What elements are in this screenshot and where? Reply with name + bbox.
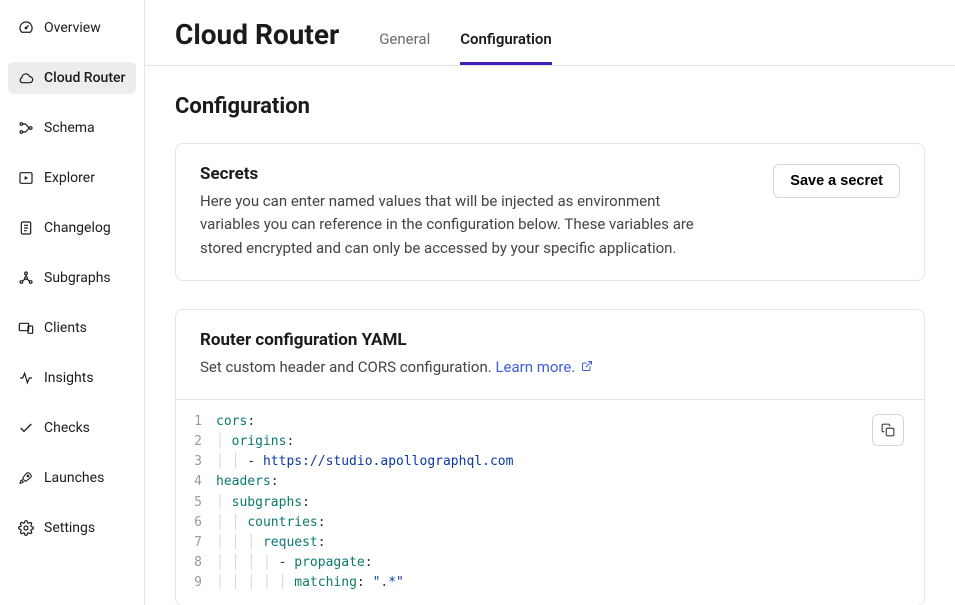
- devices-icon: [18, 320, 34, 336]
- line-number: 7: [186, 533, 216, 553]
- save-secret-button[interactable]: Save a secret: [773, 164, 900, 198]
- subgraphs-icon: [18, 270, 34, 286]
- code-line: 6│ │ countries:: [186, 513, 904, 533]
- sidebar-item-checks[interactable]: Checks: [8, 412, 136, 444]
- changelog-icon: [18, 220, 34, 236]
- secrets-title: Secrets: [200, 164, 700, 184]
- check-icon: [18, 420, 34, 436]
- gear-icon: [18, 520, 34, 536]
- line-number: 3: [186, 452, 216, 472]
- code-text: │ │ - https://studio.apollographql.com: [216, 452, 513, 472]
- sidebar-item-subgraphs[interactable]: Subgraphs: [8, 262, 136, 294]
- copy-button[interactable]: [872, 414, 904, 446]
- sidebar-item-launches[interactable]: Launches: [8, 462, 136, 494]
- line-number: 2: [186, 432, 216, 452]
- sidebar-item-cloud-router[interactable]: Cloud Router: [8, 62, 136, 94]
- learn-more-link[interactable]: Learn more.: [495, 358, 593, 376]
- code-line: 7│ │ │ request:: [186, 533, 904, 553]
- code-line: 9│ │ │ │ │ matching: ".*": [186, 573, 904, 593]
- schema-icon: [18, 120, 34, 136]
- sidebar-item-overview[interactable]: Overview: [8, 12, 136, 44]
- sidebar-item-label: Schema: [44, 120, 95, 136]
- code-text: │ │ │ │ │ matching: ".*": [216, 573, 404, 593]
- code-line: 2│ origins:: [186, 432, 904, 452]
- yaml-subtitle: Set custom header and CORS configuration…: [200, 356, 700, 379]
- tabs: General Configuration: [379, 30, 552, 65]
- code-text: │ │ │ │ - propagate:: [216, 553, 373, 573]
- sidebar-item-settings[interactable]: Settings: [8, 512, 136, 544]
- yaml-title: Router configuration YAML: [200, 330, 900, 350]
- section-title: Configuration: [175, 94, 925, 119]
- code-text: │ │ countries:: [216, 513, 326, 533]
- rocket-icon: [18, 470, 34, 486]
- gauge-icon: [18, 20, 34, 36]
- line-number: 6: [186, 513, 216, 533]
- activity-icon: [18, 370, 34, 386]
- sidebar: Overview Cloud Router Schema Explorer Change…: [0, 0, 145, 605]
- yaml-code-area[interactable]: 1cors:2│ origins:3│ │ - https://studio.a…: [176, 399, 924, 605]
- line-number: 4: [186, 472, 216, 492]
- sidebar-item-label: Subgraphs: [44, 270, 111, 286]
- line-number: 8: [186, 553, 216, 573]
- cloud-icon: [18, 70, 34, 86]
- sidebar-item-insights[interactable]: Insights: [8, 362, 136, 394]
- tab-general[interactable]: General: [379, 30, 430, 65]
- code-text: │ origins:: [216, 432, 294, 452]
- sidebar-item-clients[interactable]: Clients: [8, 312, 136, 344]
- sidebar-item-label: Insights: [44, 370, 94, 386]
- tab-configuration[interactable]: Configuration: [460, 30, 552, 65]
- line-number: 1: [186, 412, 216, 432]
- code-text: │ subgraphs:: [216, 493, 310, 513]
- sidebar-item-label: Cloud Router: [44, 70, 125, 86]
- sidebar-item-explorer[interactable]: Explorer: [8, 162, 136, 194]
- secrets-description: Here you can enter named values that wil…: [200, 190, 700, 260]
- page-title: Cloud Router: [175, 18, 339, 65]
- sidebar-item-label: Changelog: [44, 220, 111, 236]
- code-line: 3│ │ - https://studio.apollographql.com: [186, 452, 904, 472]
- code-text: │ │ │ request:: [216, 533, 326, 553]
- topbar: Cloud Router General Configuration: [145, 0, 955, 66]
- sidebar-item-schema[interactable]: Schema: [8, 112, 136, 144]
- code-text: headers:: [216, 472, 279, 492]
- sidebar-item-changelog[interactable]: Changelog: [8, 212, 136, 244]
- play-square-icon: [18, 170, 34, 186]
- yaml-card: Router configuration YAML Set custom hea…: [175, 309, 925, 605]
- code-line: 4headers:: [186, 472, 904, 492]
- sidebar-item-label: Launches: [44, 470, 104, 486]
- code-line: 5│ subgraphs:: [186, 493, 904, 513]
- external-link-icon: [577, 358, 593, 376]
- line-number: 5: [186, 493, 216, 513]
- sidebar-item-label: Explorer: [44, 170, 95, 186]
- sidebar-item-label: Clients: [44, 320, 87, 336]
- code-lines: 1cors:2│ origins:3│ │ - https://studio.a…: [186, 412, 904, 593]
- sidebar-item-label: Checks: [44, 420, 90, 436]
- sidebar-item-label: Overview: [44, 20, 101, 36]
- code-line: 1cors:: [186, 412, 904, 432]
- code-text: cors:: [216, 412, 255, 432]
- sidebar-item-label: Settings: [44, 520, 95, 536]
- line-number: 9: [186, 573, 216, 593]
- code-line: 8│ │ │ │ - propagate:: [186, 553, 904, 573]
- secrets-card: Secrets Here you can enter named values …: [175, 143, 925, 281]
